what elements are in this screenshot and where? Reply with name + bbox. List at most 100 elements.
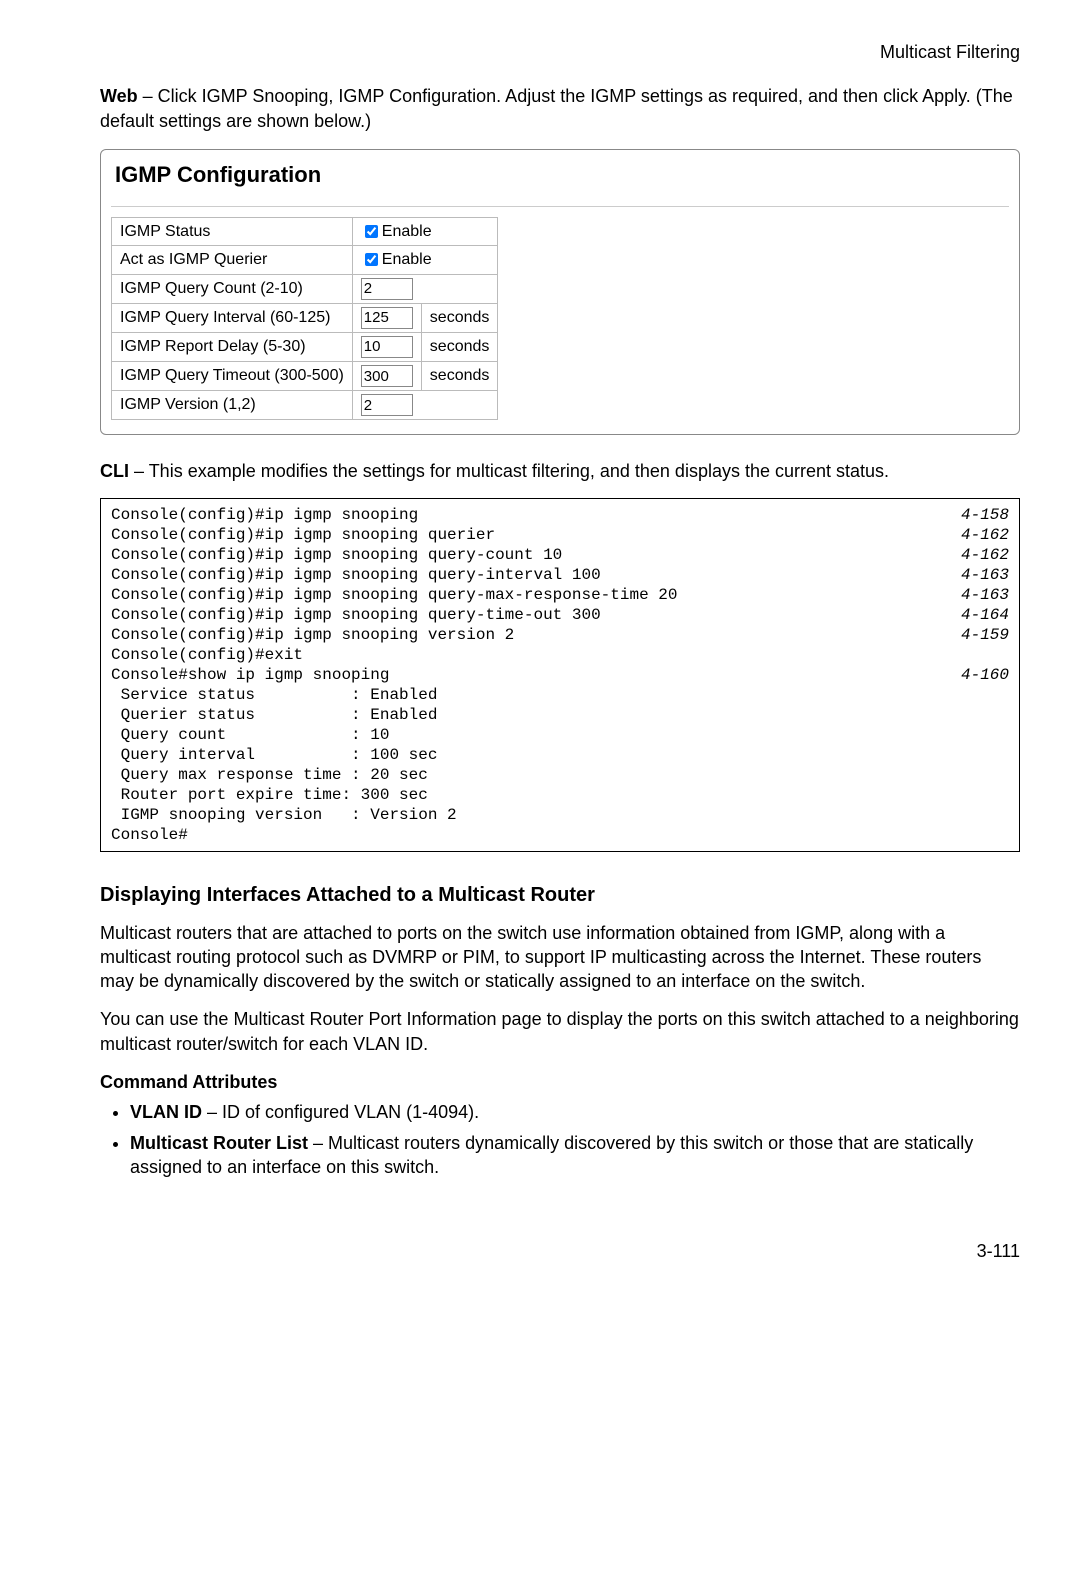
console-command: Console(config)#ip igmp snooping query-m… [111, 585, 678, 605]
config-label: IGMP Query Timeout (300-500) [112, 362, 353, 391]
console-line: Console(config)#ip igmp snooping query-c… [111, 545, 1009, 565]
console-line: Query max response time : 20 sec [111, 765, 1009, 785]
divider [111, 206, 1009, 207]
config-row: IGMP Report Delay (5-30) seconds [112, 332, 498, 361]
attribute-term: Multicast Router List [130, 1133, 308, 1153]
web-lead: Web [100, 86, 138, 106]
console-page-ref: 4-162 [941, 545, 1009, 565]
config-row: IGMP Query Interval (60-125) seconds [112, 303, 498, 332]
config-label: IGMP Status [112, 217, 353, 246]
console-command: Console# [111, 825, 188, 845]
cli-lead: CLI [100, 461, 129, 481]
console-line: Query count : 10 [111, 725, 1009, 745]
console-command: Console#show ip igmp snooping [111, 665, 389, 685]
config-row: IGMP Status Enable [112, 217, 498, 246]
console-line: Console# [111, 825, 1009, 845]
config-value-cell [352, 332, 421, 361]
igmp-config-panel: IGMP Configuration IGMP StatusEnableAct … [100, 149, 1020, 435]
console-command: Query count : 10 [111, 725, 389, 745]
config-row: Act as IGMP Querier Enable [112, 246, 498, 275]
config-value-cell [352, 303, 421, 332]
checkbox-label: Enable [382, 223, 432, 240]
config-row: IGMP Version (1,2) [112, 391, 498, 420]
command-attributes-list: VLAN ID – ID of configured VLAN (1-4094)… [130, 1100, 1020, 1179]
console-command: IGMP snooping version : Version 2 [111, 805, 457, 825]
console-command: Console(config)#ip igmp snooping querier [111, 525, 495, 545]
config-input[interactable] [361, 307, 413, 329]
config-unit: seconds [421, 362, 498, 391]
console-line: Service status : Enabled [111, 685, 1009, 705]
page-number: 3-111 [100, 1239, 1020, 1263]
console-page-ref: 4-159 [941, 625, 1009, 645]
web-paragraph: Web – Click IGMP Snooping, IGMP Configur… [100, 84, 1020, 133]
console-command: Query interval : 100 sec [111, 745, 437, 765]
console-command: Console(config)#ip igmp snooping [111, 505, 418, 525]
console-command: Console(config)#exit [111, 645, 303, 665]
config-table: IGMP Status Enable Act as IGMP Querier Enab… [111, 217, 498, 421]
enable-checkbox[interactable] [365, 225, 378, 238]
config-row: IGMP Query Count (2-10) [112, 274, 498, 303]
console-command: Router port expire time: 300 sec [111, 785, 428, 805]
page-header: Multicast Filtering [100, 40, 1020, 64]
command-attribute-item: VLAN ID – ID of configured VLAN (1-4094)… [130, 1100, 1020, 1124]
cli-paragraph: CLI – This example modifies the settings… [100, 459, 1020, 483]
config-label: Act as IGMP Querier [112, 246, 353, 275]
console-page-ref: 4-160 [941, 665, 1009, 685]
command-attributes-heading: Command Attributes [100, 1070, 1020, 1094]
config-label: IGMP Query Count (2-10) [112, 274, 353, 303]
console-command: Console(config)#ip igmp snooping query-t… [111, 605, 601, 625]
config-row: IGMP Query Timeout (300-500) seconds [112, 362, 498, 391]
config-value-cell [352, 362, 421, 391]
console-page-ref: 4-162 [941, 525, 1009, 545]
command-attribute-item: Multicast Router List – Multicast router… [130, 1131, 1020, 1180]
console-line: Console(config)#ip igmp snooping querier… [111, 525, 1009, 545]
config-unit [421, 274, 498, 303]
cli-console: Console(config)#ip igmp snooping4-158Con… [100, 498, 1020, 852]
config-input[interactable] [361, 394, 413, 416]
enable-checkbox[interactable] [365, 253, 378, 266]
config-input[interactable] [361, 278, 413, 300]
console-line: Router port expire time: 300 sec [111, 785, 1009, 805]
console-line: Querier status : Enabled [111, 705, 1009, 725]
console-line: Console(config)#ip igmp snooping version… [111, 625, 1009, 645]
console-command: Console(config)#ip igmp snooping version… [111, 625, 514, 645]
console-command: Service status : Enabled [111, 685, 437, 705]
attribute-term: VLAN ID [130, 1102, 202, 1122]
config-unit: seconds [421, 332, 498, 361]
console-page-ref: 4-158 [941, 505, 1009, 525]
console-line: Console(config)#ip igmp snooping query-i… [111, 565, 1009, 585]
console-line: Console(config)#ip igmp snooping query-m… [111, 585, 1009, 605]
console-page-ref: 4-163 [941, 585, 1009, 605]
config-input[interactable] [361, 336, 413, 358]
config-value-cell: Enable [352, 246, 498, 275]
panel-title: IGMP Configuration [115, 160, 1009, 190]
config-value-cell [352, 391, 421, 420]
console-line: Console#show ip igmp snooping 4-160 [111, 665, 1009, 685]
console-line: Console(config)#ip igmp snooping 4-158 [111, 505, 1009, 525]
config-value-cell: Enable [352, 217, 498, 246]
console-line: IGMP snooping version : Version 2 [111, 805, 1009, 825]
web-text: – Click IGMP Snooping, IGMP Configuratio… [100, 86, 1013, 130]
console-page-ref: 4-163 [941, 565, 1009, 585]
attribute-desc: – ID of configured VLAN (1-4094). [202, 1102, 479, 1122]
section-paragraph-2: You can use the Multicast Router Port In… [100, 1007, 1020, 1056]
console-command: Console(config)#ip igmp snooping query-c… [111, 545, 562, 565]
console-page-ref: 4-164 [941, 605, 1009, 625]
console-line: Query interval : 100 sec [111, 745, 1009, 765]
config-input[interactable] [361, 365, 413, 387]
cli-text: – This example modifies the settings for… [129, 461, 889, 481]
console-command: Console(config)#ip igmp snooping query-i… [111, 565, 601, 585]
console-command: Query max response time : 20 sec [111, 765, 428, 785]
console-command: Querier status : Enabled [111, 705, 437, 725]
config-value-cell [352, 274, 421, 303]
config-unit [421, 391, 498, 420]
config-label: IGMP Version (1,2) [112, 391, 353, 420]
checkbox-label: Enable [382, 251, 432, 268]
section-heading: Displaying Interfaces Attached to a Mult… [100, 882, 1020, 909]
console-line: Console(config)#exit [111, 645, 1009, 665]
section-paragraph-1: Multicast routers that are attached to p… [100, 921, 1020, 994]
config-label: IGMP Report Delay (5-30) [112, 332, 353, 361]
config-label: IGMP Query Interval (60-125) [112, 303, 353, 332]
config-unit: seconds [421, 303, 498, 332]
console-line: Console(config)#ip igmp snooping query-t… [111, 605, 1009, 625]
